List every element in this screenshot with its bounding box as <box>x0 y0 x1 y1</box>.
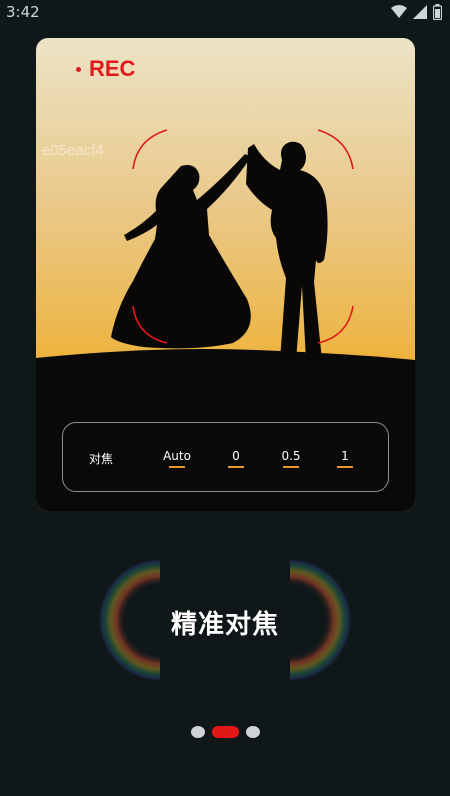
page-dot[interactable] <box>190 726 205 738</box>
rec-indicator: REC <box>76 56 135 82</box>
focus-label: 对焦 <box>89 452 114 466</box>
focus-option-label: Auto <box>163 449 191 463</box>
focus-option-label: 0 <box>232 449 240 463</box>
status-time: 3:42 <box>6 3 40 21</box>
focus-option-label: 0.5 <box>281 449 301 463</box>
rec-label: REC <box>89 56 136 81</box>
option-underline <box>169 466 185 468</box>
recording-dot-icon <box>76 66 81 72</box>
camera-preview-card: REC e05eacf4 对焦 Auto 0 0.5 1 <box>36 38 415 511</box>
focus-option-0-5[interactable]: 0.5 <box>274 449 308 468</box>
page-dot-active[interactable] <box>211 726 239 738</box>
option-underline <box>228 466 244 468</box>
focus-option-auto[interactable]: Auto <box>155 449 199 468</box>
watermark-text: e05eacf4 <box>42 142 104 159</box>
battery-icon <box>433 4 442 20</box>
status-bar: 3:42 <box>0 0 450 26</box>
feature-title: 精准对焦 <box>170 610 279 640</box>
focus-option-label: 1 <box>341 449 349 463</box>
focus-option-1[interactable]: 1 <box>333 449 357 468</box>
page-indicator <box>0 726 450 738</box>
status-icons <box>391 4 442 20</box>
wifi-icon <box>391 5 407 18</box>
option-underline <box>283 466 299 468</box>
focus-option-0[interactable]: 0 <box>224 449 248 468</box>
focus-control-panel: 对焦 Auto 0 0.5 1 <box>62 422 389 492</box>
page-dot[interactable] <box>245 726 260 738</box>
cellular-signal-icon <box>413 5 427 19</box>
option-underline <box>337 466 353 468</box>
